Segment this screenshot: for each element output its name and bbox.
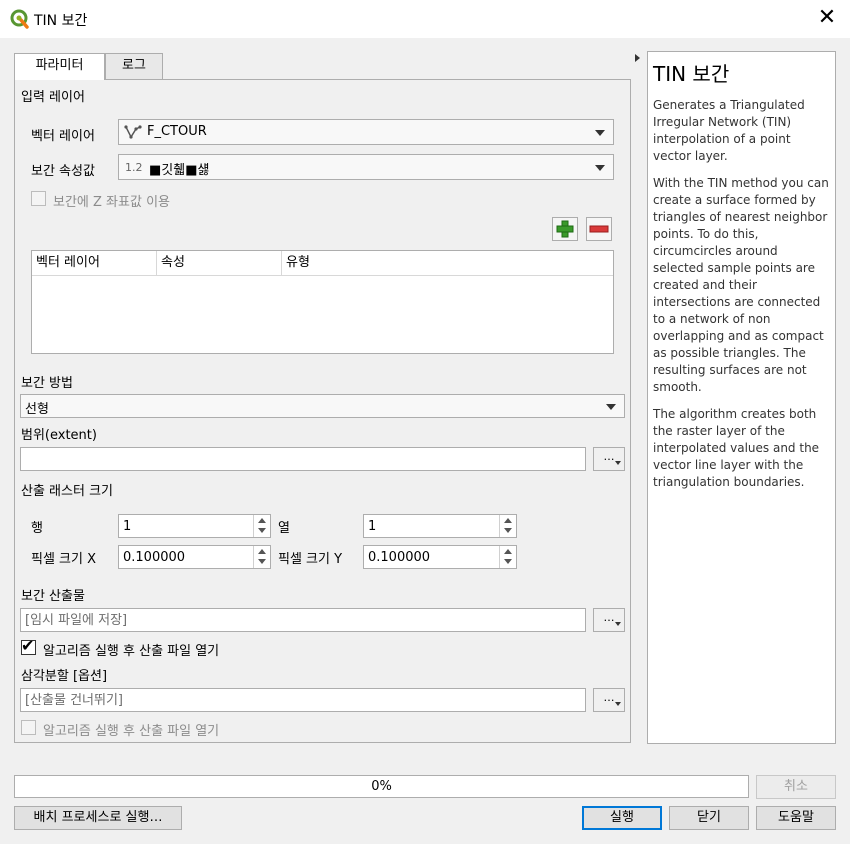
ellipsis-icon: … [603,691,615,704]
open-triangulation-checkbox[interactable] [21,720,36,735]
rows-label: 행 [31,521,43,536]
chevron-down-icon [615,622,621,626]
pixel-x-label: 픽셀 크기 X [31,552,97,567]
input-section-title: 입력 레이어 [21,90,85,105]
open-output-checkbox[interactable]: ✔ [21,636,36,655]
extent-field[interactable] [20,447,586,471]
use-z-label: 보간에 Z 좌표값 이용 [53,195,170,210]
run-button[interactable]: 실행 [582,806,662,830]
use-z-checkbox[interactable] [31,191,46,206]
attribute-value: ■깃췗■섏 [149,163,210,178]
qgis-logo-icon [10,9,29,29]
spin-down-icon [258,559,266,564]
dialog-window: TIN 보간 ✕ 파라미터 로그 입력 레이어 벡터 레이어 F_CTOUR 보… [0,0,850,844]
column-header[interactable]: 속성 [157,251,282,275]
cols-label: 열 [278,521,290,536]
checkmark-icon: ✔ [21,636,35,655]
extent-label: 범위(extent) [21,428,97,443]
open-output-label: 알고리즘 실행 후 산출 파일 열기 [43,644,220,659]
raster-size-title: 산출 래스터 크기 [21,484,113,499]
collapse-help-icon[interactable] [635,54,640,62]
spin-buttons[interactable] [253,546,270,568]
spin-up-icon [258,518,266,523]
ellipsis-icon: … [603,450,615,463]
close-button[interactable]: 닫기 [669,806,749,830]
triangulation-browse-button[interactable]: … [593,688,625,712]
chevron-down-icon [595,165,605,171]
remove-layer-button[interactable] [586,217,612,241]
triangulation-label: 삼각분할 [옵션] [21,669,108,684]
spin-down-icon [504,528,512,533]
vector-layer-value: F_CTOUR [147,124,207,139]
pixel-y-label: 픽셀 크기 Y [278,552,343,567]
layer-table[interactable]: 벡터 레이어 속성 유형 [31,250,614,354]
parameters-panel: 입력 레이어 벡터 레이어 F_CTOUR 보간 속성값 1.2 ■깃췗■섏 보… [14,79,631,743]
chevron-down-icon [606,404,616,410]
output-input[interactable] [21,609,585,631]
spin-buttons[interactable] [499,546,516,568]
cancel-button[interactable]: 취소 [756,775,836,799]
rows-spinbox[interactable] [118,514,271,538]
pixel-y-input[interactable] [364,546,494,568]
progress-bar: 0% [14,775,749,798]
extent-input[interactable] [21,448,585,470]
close-icon: ✕ [817,5,837,30]
pixel-x-spinbox[interactable] [118,545,271,569]
tab-log[interactable]: 로그 [105,53,163,79]
window-title: TIN 보간 [34,13,88,29]
pixel-y-spinbox[interactable] [363,545,517,569]
chevron-down-icon [615,461,621,465]
spin-buttons[interactable] [499,515,516,537]
method-combo[interactable]: 선형 [20,394,625,418]
column-header[interactable]: 유형 [282,251,613,275]
cols-input[interactable] [364,515,494,537]
table-header: 벡터 레이어 속성 유형 [32,251,613,276]
plus-icon [556,220,574,238]
cols-spinbox[interactable] [363,514,517,538]
triangulation-input[interactable] [21,689,585,711]
line-layer-icon [124,125,142,139]
spin-up-icon [258,549,266,554]
spin-down-icon [504,559,512,564]
add-layer-button[interactable] [552,217,578,241]
spin-up-icon [504,518,512,523]
help-paragraph: Generates a Triangulated Irregular Netwo… [653,98,805,163]
chevron-down-icon [615,702,621,706]
progress-text: 0% [371,779,392,794]
triangulation-field[interactable] [20,688,586,712]
help-title: TIN 보간 [653,62,730,86]
help-paragraph: With the TIN method you can create a sur… [653,176,829,394]
extent-browse-button[interactable]: … [593,447,625,471]
tab-log-label: 로그 [122,58,146,73]
output-browse-button[interactable]: … [593,608,625,632]
spin-up-icon [504,549,512,554]
close-window-button[interactable]: ✕ [804,0,850,38]
help-button[interactable]: 도움말 [756,806,836,830]
attribute-label: 보간 속성값 [31,164,95,179]
tab-parameters[interactable]: 파라미터 [14,53,105,80]
help-panel: TIN 보간 Generates a Triangulated Irregula… [647,51,836,744]
method-label: 보간 방법 [21,376,73,391]
spin-buttons[interactable] [253,515,270,537]
numeric-field-icon: 1.2 [125,161,143,174]
spin-down-icon [258,528,266,533]
vector-layer-label: 벡터 레이어 [31,129,95,144]
column-header[interactable]: 벡터 레이어 [32,251,157,275]
batch-process-button[interactable]: 배치 프로세스로 실행… [14,806,182,830]
attribute-combo[interactable]: 1.2 ■깃췗■섏 [118,154,614,180]
output-label: 보간 산출물 [21,589,85,604]
title-bar: TIN 보간 ✕ [0,0,850,38]
rows-input[interactable] [119,515,249,537]
minus-icon [589,225,609,233]
open-triangulation-label: 알고리즘 실행 후 산출 파일 열기 [43,724,220,739]
chevron-down-icon [595,130,605,136]
ellipsis-icon: … [603,611,615,624]
output-field[interactable] [20,608,586,632]
vector-layer-combo[interactable]: F_CTOUR [118,119,614,145]
pixel-x-input[interactable] [119,546,249,568]
help-paragraph: The algorithm creates both the raster la… [653,407,820,489]
method-value: 선형 [25,402,49,417]
tab-parameters-label: 파라미터 [35,58,84,73]
